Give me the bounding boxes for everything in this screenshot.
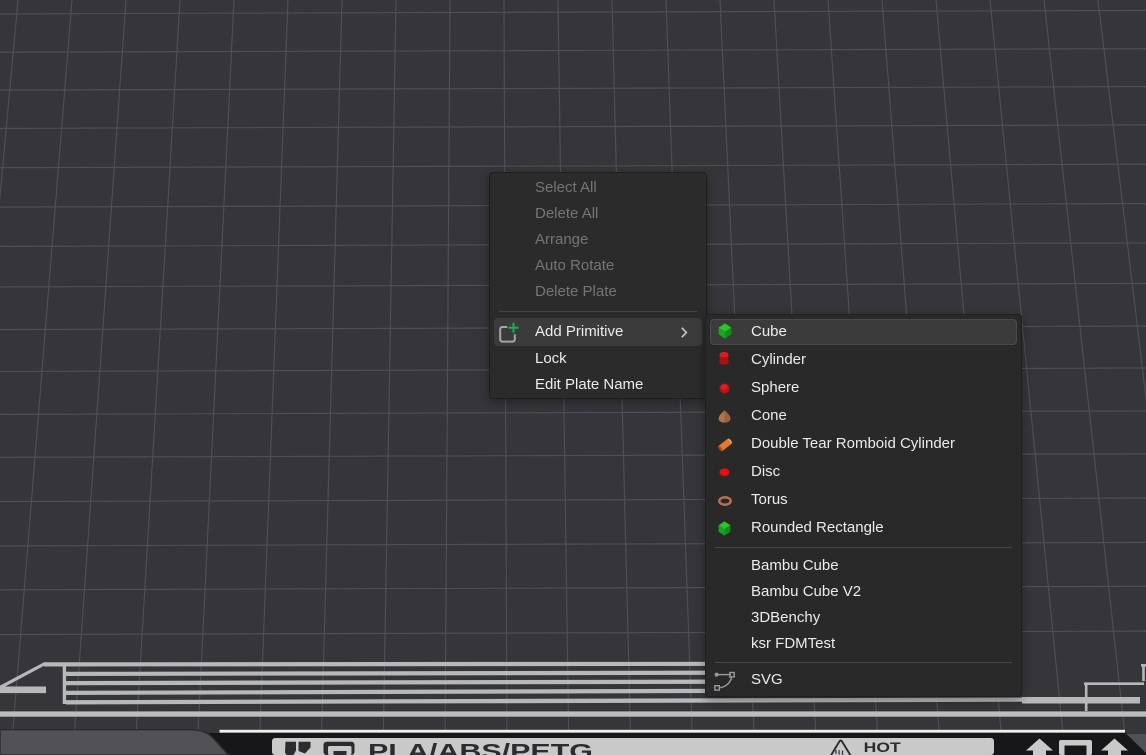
svg-text:PLA/ABS/PETG: PLA/ABS/PETG (368, 741, 593, 755)
svg-text:HOT: HOT (864, 739, 902, 755)
